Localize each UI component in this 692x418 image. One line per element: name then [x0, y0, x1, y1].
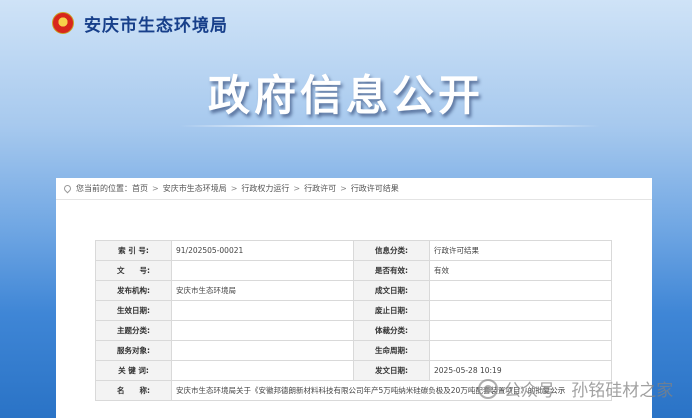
banner-title: 政府信息公开	[207, 71, 484, 120]
watermark-text: 公众号 · 孙铭硅材之家	[504, 381, 674, 401]
field-value	[171, 340, 354, 361]
field-label: 生命周期:	[353, 340, 430, 361]
breadcrumb-separator: >	[293, 184, 301, 193]
field-label: 信息分类:	[353, 240, 430, 261]
field-value: 91/202505-00021	[171, 240, 354, 261]
breadcrumb-item-result[interactable]: 行政许可结果	[351, 183, 399, 194]
site-header: ★ 安庆市生态环境局	[0, 0, 692, 46]
table-row: 发布机构: 安庆市生态环境局 成文日期:	[95, 280, 612, 301]
field-value	[429, 300, 612, 321]
field-label: 服务对象:	[95, 340, 172, 361]
watermark: 公众号 · 孙铭硅材之家	[478, 376, 673, 401]
field-label: 文 号:	[95, 260, 172, 281]
field-value	[171, 320, 354, 341]
national-emblem-icon: ★	[52, 12, 74, 34]
breadcrumb-item-bureau[interactable]: 安庆市生态环境局	[163, 183, 227, 194]
field-value	[171, 300, 354, 321]
table-row: 服务对象: 生命周期:	[95, 340, 612, 361]
field-label: 索 引 号:	[95, 240, 172, 261]
field-value	[429, 340, 612, 361]
wechat-account-icon	[478, 378, 498, 399]
field-label: 是否有效:	[353, 260, 430, 281]
field-label: 废止日期:	[353, 300, 430, 321]
field-value	[429, 280, 612, 301]
field-label: 发布机构:	[95, 280, 172, 301]
banner-divider	[180, 125, 600, 127]
field-value	[429, 320, 612, 341]
location-icon	[62, 183, 73, 194]
field-label: 成文日期:	[353, 280, 430, 301]
breadcrumb-prefix: 您当前的位置：	[76, 184, 132, 193]
breadcrumb-separator: >	[230, 184, 238, 193]
breadcrumb-item-license[interactable]: 行政许可	[304, 183, 336, 194]
breadcrumb-separator: >	[152, 184, 159, 193]
table-row: 文 号: 是否有效: 有效	[95, 260, 612, 281]
breadcrumb-item-home[interactable]: 首页	[132, 183, 148, 194]
field-value: 有效	[429, 260, 612, 281]
field-label: 体裁分类:	[353, 320, 430, 341]
table-row: 主题分类: 体裁分类:	[95, 320, 612, 341]
field-label: 名 称:	[95, 380, 172, 401]
breadcrumb-item-power[interactable]: 行政权力运行	[241, 183, 289, 194]
site-name[interactable]: 安庆市生态环境局	[84, 11, 228, 36]
field-label: 主题分类:	[95, 320, 172, 341]
field-value: 行政许可结果	[429, 240, 612, 261]
field-value: 安庆市生态环境局	[171, 280, 354, 301]
field-label: 发文日期:	[353, 360, 430, 381]
breadcrumb: 您当前的位置： 首页 > 安庆市生态环境局 > 行政权力运行 > 行政许可 > …	[56, 178, 652, 200]
field-label: 生效日期:	[95, 300, 172, 321]
breadcrumb-separator: >	[340, 184, 347, 193]
field-label: 关 键 词:	[95, 360, 172, 381]
table-row: 索 引 号: 91/202505-00021 信息分类: 行政许可结果	[95, 240, 612, 261]
field-value	[171, 360, 354, 381]
table-row: 生效日期: 废止日期:	[95, 300, 612, 321]
field-value	[171, 260, 354, 281]
